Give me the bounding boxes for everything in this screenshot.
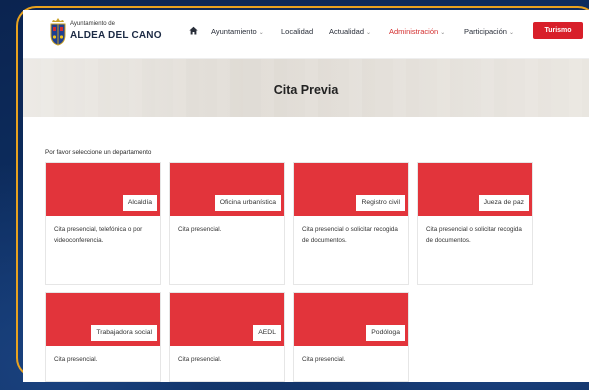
department-label: Oficina urbanística xyxy=(214,195,281,211)
department-description: Cita presencial. xyxy=(178,356,222,363)
chevron-down-icon: ⌄ xyxy=(366,30,372,36)
nav-item-localidad[interactable]: Localidad xyxy=(281,27,313,36)
nav-item-actualidad[interactable]: Actualidad ⌄ xyxy=(329,27,371,36)
home-icon[interactable] xyxy=(189,26,198,35)
department-card-aedl[interactable]: AEDL Cita presencial. xyxy=(169,292,285,382)
department-description: Cita presencial, telefónica o por videoc… xyxy=(54,226,143,244)
nav-item-ayuntamiento[interactable]: Ayuntamiento ⌄ xyxy=(211,27,264,36)
department-card-registro-civil[interactable]: Registro civil Cita presencial o solicit… xyxy=(293,162,409,285)
department-label: Jueza de paz xyxy=(478,195,529,211)
department-card-jueza-de-paz[interactable]: Jueza de paz Cita presencial o solicitar… xyxy=(417,162,533,285)
nav-label: Actualidad xyxy=(329,27,365,36)
nav-label: Localidad xyxy=(281,27,314,36)
department-label: AEDL xyxy=(253,325,281,341)
nav-label: Ayuntamiento xyxy=(211,27,257,36)
department-label: Registro civil xyxy=(356,195,405,211)
department-description: Cita presencial. xyxy=(302,356,346,363)
turismo-button[interactable]: Turismo xyxy=(533,22,583,39)
page-title: Cita Previa xyxy=(273,83,339,97)
department-card-oficina-urbanistica[interactable]: Oficina urbanística Cita presencial. xyxy=(169,162,285,285)
department-prompt: Por favor seleccione un departamento xyxy=(45,149,152,156)
logo-title[interactable]: ALDEA DEL CANO xyxy=(70,30,162,41)
chevron-down-icon: ⌄ xyxy=(258,30,264,36)
hero-banner: Cita Previa xyxy=(23,59,589,117)
nav-item-administracion[interactable]: Administración ⌄ xyxy=(389,27,445,36)
chevron-down-icon: ⌄ xyxy=(440,30,446,36)
department-label: Podóloga xyxy=(366,325,405,341)
nav-item-participacion[interactable]: Participación ⌄ xyxy=(464,27,514,36)
browser-viewport: Ayuntamiento de ALDEA DEL CANO Ayuntamie… xyxy=(23,10,589,382)
coat-of-arms-icon xyxy=(50,18,66,46)
department-description: Cita presencial. xyxy=(54,356,98,363)
department-card-podologa[interactable]: Podóloga Cita presencial. xyxy=(293,292,409,382)
department-card-alcaldia[interactable]: Alcaldía Cita presencial, telefónica o p… xyxy=(45,162,161,285)
nav-label: Participación xyxy=(464,27,507,36)
department-card-trabajadora-social[interactable]: Trabajadora social Cita presencial. xyxy=(45,292,161,382)
department-description: Cita presencial o solicitar recogida de … xyxy=(302,226,398,244)
nav-label: Administración xyxy=(389,27,439,36)
department-description: Cita presencial. xyxy=(178,226,222,233)
department-label: Alcaldía xyxy=(122,195,157,211)
department-description: Cita presencial o solicitar recogida de … xyxy=(426,226,522,244)
chevron-down-icon: ⌄ xyxy=(508,30,514,36)
department-label: Trabajadora social xyxy=(91,325,157,341)
site-header: Ayuntamiento de ALDEA DEL CANO Ayuntamie… xyxy=(23,10,589,59)
logo-subtitle: Ayuntamiento de xyxy=(70,21,115,27)
